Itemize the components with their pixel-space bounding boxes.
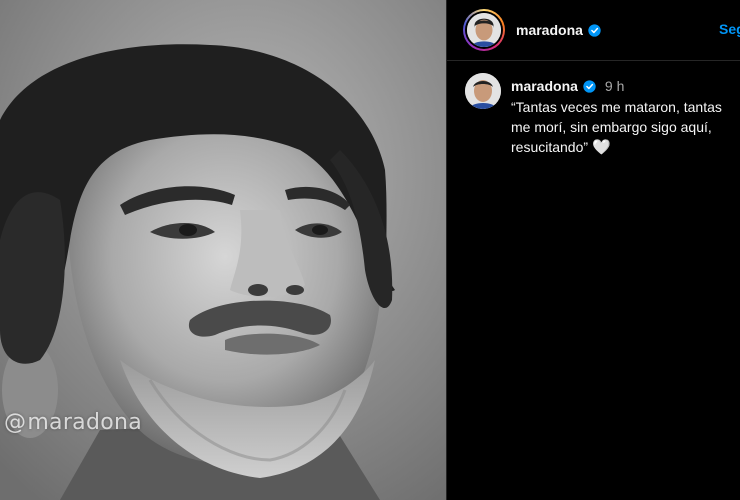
- header-username[interactable]: maradona: [516, 22, 583, 38]
- caption-quote: “Tantas veces me mataron, tantas me morí…: [511, 99, 722, 155]
- avatar[interactable]: [465, 73, 501, 109]
- story-ring[interactable]: [463, 9, 505, 51]
- at-sign-icon: @: [4, 410, 27, 435]
- caption-text: “Tantas veces me mataron, tantas me morí…: [511, 97, 740, 158]
- caption-meta: maradona 9 h: [511, 78, 740, 94]
- caption-block: maradona 9 h “Tantas veces me mataron, t…: [447, 61, 740, 158]
- caption-body: maradona 9 h “Tantas veces me mataron, t…: [511, 78, 740, 158]
- verified-badge-icon: [583, 79, 596, 93]
- watermark-text: maradona: [27, 410, 143, 435]
- caption-username[interactable]: maradona: [511, 78, 578, 94]
- post-details-panel: maradona Seguir maradona 9 h “Tan: [446, 0, 740, 500]
- follow-button[interactable]: Seguir: [719, 21, 740, 37]
- watermark: @ maradona: [4, 410, 142, 435]
- post-header: maradona Seguir: [447, 0, 740, 61]
- post-time[interactable]: 9 h: [605, 78, 624, 94]
- post-photo[interactable]: @ maradona: [0, 0, 446, 500]
- verified-badge-icon: [588, 23, 601, 37]
- avatar[interactable]: [467, 13, 501, 47]
- white-heart-icon: 🤍: [592, 139, 611, 156]
